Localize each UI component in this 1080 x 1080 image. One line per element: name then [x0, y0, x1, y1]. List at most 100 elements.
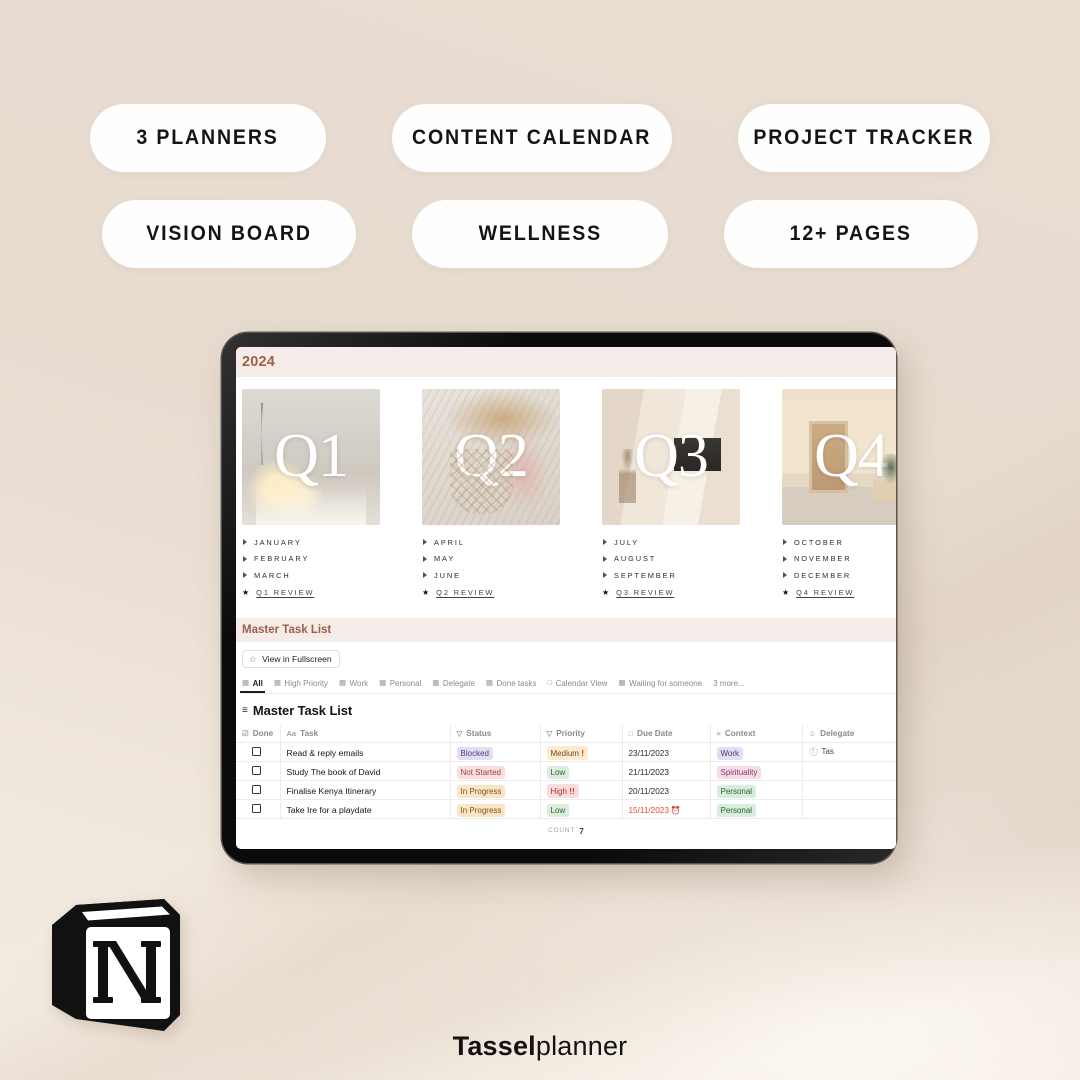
cell-context[interactable]: Work [710, 742, 803, 762]
cell-context[interactable]: Spirituality [710, 761, 803, 781]
month-item[interactable]: OCTOBER [782, 534, 896, 551]
month-item[interactable]: FEBRUARY [242, 551, 380, 568]
column-header-done[interactable]: ☑ Done [236, 725, 281, 743]
quarter-label: Q4 [814, 421, 889, 490]
tab-label: Personal [389, 678, 422, 688]
quarter-review-label: Q3 REVIEW [616, 588, 675, 598]
status-badge: In Progress [456, 785, 506, 798]
column-header-delegate[interactable]: ☺ Delegate [802, 725, 896, 743]
cell-delegate[interactable] [802, 780, 896, 800]
feature-pill-wellness[interactable]: WELLNESS [412, 200, 668, 268]
calendar-icon: □ [628, 728, 634, 738]
quarter-card-q3[interactable]: Q3 JULY AUGUST SEPTEMBER ★ Q3 REVIEW [602, 389, 740, 601]
cell-task[interactable]: Take Ire for a playdate [280, 799, 451, 819]
tab-personal[interactable]: ▦ Personal [379, 679, 421, 688]
cell-status[interactable]: Not Started [450, 761, 541, 781]
cell-due-date[interactable]: 21/11/2023 [622, 761, 711, 781]
month-item[interactable]: NOVEMBER [782, 551, 896, 568]
cell-priority[interactable]: Low [540, 799, 623, 819]
month-label: MARCH [254, 570, 291, 580]
cell-task[interactable]: Read & reply emails [280, 742, 451, 762]
toggle-triangle-icon [423, 572, 427, 579]
cell-priority[interactable]: Low [540, 761, 623, 781]
table-row[interactable]: Study The book of David Not Started Low … [236, 761, 896, 781]
tab-delegate[interactable]: ▦ Delegate [432, 679, 475, 688]
cell-task[interactable]: Study The book of David [280, 761, 451, 781]
quarter-card-q2[interactable]: Q2 APRIL MAY JUNE ★ Q2 REVIEW [422, 389, 560, 601]
cell-done[interactable] [236, 742, 281, 762]
month-item[interactable]: JULY [602, 534, 740, 551]
done-checkbox[interactable] [252, 804, 261, 813]
cell-done[interactable] [236, 799, 281, 819]
column-header-due-date[interactable]: □ Due Date [622, 725, 711, 743]
count-value: 7 [579, 825, 584, 836]
column-header-status[interactable]: ▽ Status [450, 725, 541, 743]
database-view-tabs: ▦ All ▦ High Priority ▦ Work ▦ Personal … [240, 677, 896, 694]
cell-due-date[interactable]: 15/11/2023 ⏰ [622, 799, 711, 819]
month-item[interactable]: JUNE [422, 567, 560, 584]
table-row[interactable]: Read & reply emails Blocked Medium ! 23/… [236, 742, 896, 762]
cell-status[interactable]: Blocked [450, 742, 541, 762]
cell-due-date[interactable]: 20/11/2023 [622, 780, 711, 800]
column-header-task[interactable]: Aa Task [280, 725, 451, 743]
cell-context[interactable]: Personal [710, 780, 803, 800]
quarter-month-list-q3: JULY AUGUST SEPTEMBER ★ Q3 REVIEW [602, 534, 740, 601]
quarter-card-q4[interactable]: Q4 OCTOBER NOVEMBER DECEMBER ★ Q4 REVIEW [782, 389, 896, 601]
tab-waiting-for-someone[interactable]: ▦ Waiting for someone [618, 679, 702, 688]
cell-due-date[interactable]: 23/11/2023 [622, 742, 711, 762]
feature-pill-label: WELLNESS [478, 222, 602, 245]
cell-done[interactable] [236, 780, 281, 800]
year-title: 2024 [242, 354, 276, 370]
tab-more-views[interactable]: 3 more... [713, 679, 745, 688]
column-header-priority[interactable]: ▽ Priority [540, 725, 623, 743]
month-item[interactable]: MAY [422, 551, 560, 568]
cell-priority[interactable]: Medium ! [540, 742, 623, 762]
tab-high-priority[interactable]: ▦ High Priority [274, 679, 328, 688]
feature-pill-content-calendar[interactable]: CONTENT CALENDAR [392, 104, 672, 172]
month-item[interactable]: MARCH [242, 567, 380, 584]
month-item[interactable]: DECEMBER [782, 567, 896, 584]
tab-work[interactable]: ▦ Work [339, 679, 368, 688]
feature-pill-12-plus-pages[interactable]: 12+ PAGES [724, 200, 978, 268]
cell-task[interactable]: Finalise Kenya Itinerary [280, 780, 451, 800]
feature-pill-3-planners[interactable]: 3 PLANNERS [90, 104, 326, 172]
quarter-review-link[interactable]: ★ Q4 REVIEW [782, 585, 896, 602]
tab-calendar-view[interactable]: □ Calendar View [548, 679, 608, 688]
month-item[interactable]: APRIL [422, 534, 560, 551]
month-item[interactable]: SEPTEMBER [602, 567, 740, 584]
context-badge: Personal [716, 804, 757, 817]
priority-label: High [550, 786, 567, 796]
column-header-context[interactable]: ≡ Context [710, 725, 803, 743]
toggle-triangle-icon [783, 555, 787, 562]
quarter-review-link[interactable]: ★ Q2 REVIEW [422, 585, 560, 602]
cell-status[interactable]: In Progress [450, 780, 541, 800]
context-badge: Spirituality [716, 766, 762, 779]
view-in-fullscreen-button[interactable]: ☆ View in Fullscreen [242, 650, 340, 668]
feature-pill-project-tracker[interactable]: PROJECT TRACKER [738, 104, 990, 172]
table-row[interactable]: Take Ire for a playdate In Progress Low … [236, 799, 896, 819]
quarter-card-q1[interactable]: Q1 JANUARY FEBRUARY MARCH ★ Q1 REVIEW [242, 389, 380, 601]
cell-status[interactable]: In Progress [450, 799, 541, 819]
tab-done-tasks[interactable]: ▦ Done tasks [486, 679, 537, 688]
done-checkbox[interactable] [252, 785, 261, 794]
cell-delegate[interactable]: T Tas [802, 742, 896, 762]
toggle-triangle-icon [243, 555, 247, 562]
month-item[interactable]: JANUARY [242, 534, 380, 551]
done-checkbox[interactable] [252, 766, 261, 775]
tab-all[interactable]: ▦ All [240, 679, 265, 693]
cell-delegate[interactable] [802, 761, 896, 781]
cell-done[interactable] [236, 761, 281, 781]
quarter-review-link[interactable]: ★ Q1 REVIEW [242, 585, 380, 602]
select-icon: ▽ [456, 728, 463, 738]
quarter-review-link[interactable]: ★ Q3 REVIEW [602, 585, 740, 602]
table-row[interactable]: Finalise Kenya Itinerary In Progress Hig… [236, 780, 896, 800]
toggle-triangle-icon [603, 572, 607, 579]
cell-priority[interactable]: High !! [540, 780, 623, 800]
month-label: OCTOBER [794, 537, 844, 547]
feature-pills-row-2: VISION BOARD WELLNESS 12+ PAGES [0, 200, 1080, 268]
done-checkbox[interactable] [252, 747, 261, 756]
cell-context[interactable]: Personal [710, 799, 803, 819]
feature-pill-vision-board[interactable]: VISION BOARD [102, 200, 356, 268]
month-item[interactable]: AUGUST [602, 551, 740, 568]
cell-delegate[interactable] [802, 799, 896, 819]
